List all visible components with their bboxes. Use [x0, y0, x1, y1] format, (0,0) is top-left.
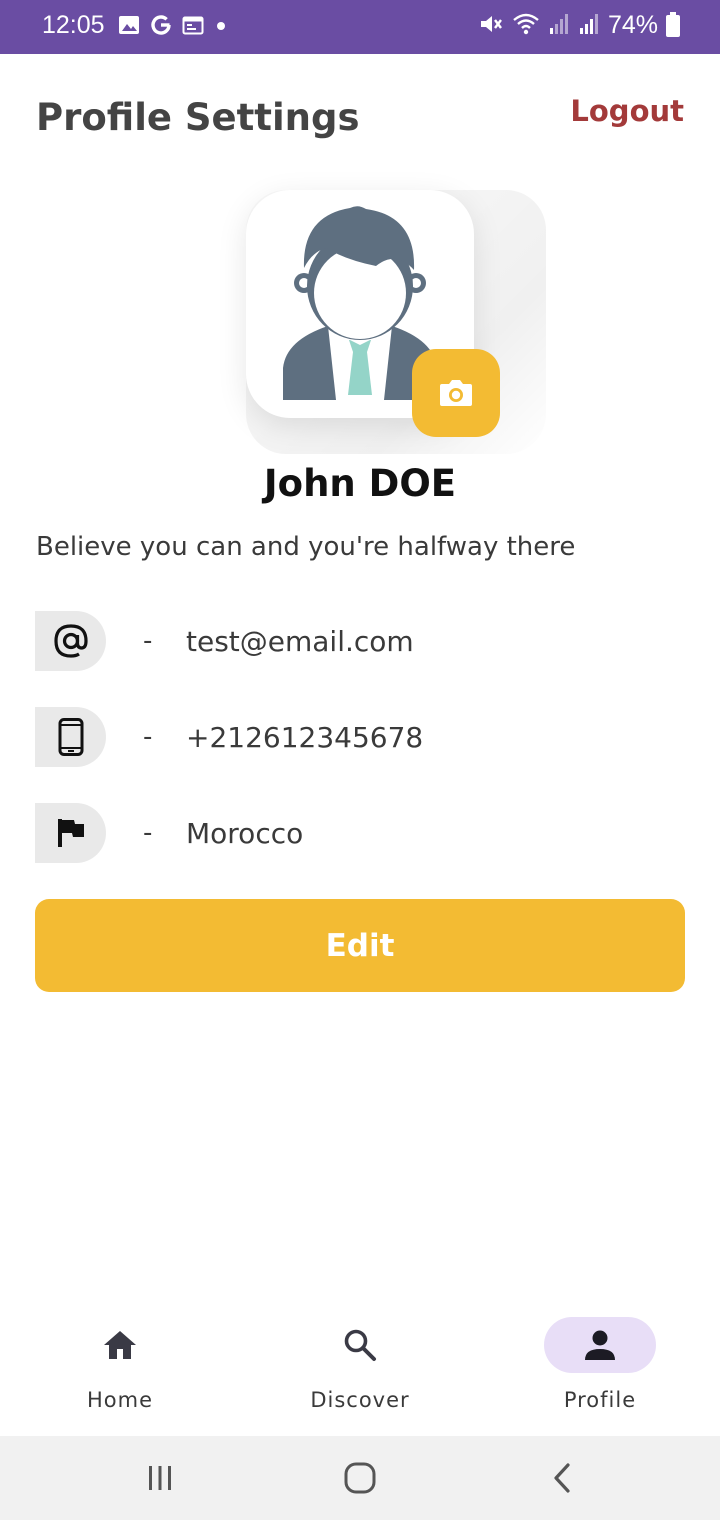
nav-pill-active — [544, 1317, 656, 1373]
person-icon — [585, 1330, 615, 1360]
system-nav-bar — [0, 1436, 720, 1520]
back-button[interactable] — [532, 1456, 592, 1500]
battery-icon — [666, 11, 680, 37]
dot-icon — [214, 18, 228, 37]
user-name: John DOE — [263, 462, 457, 505]
at-sign-icon — [53, 624, 88, 658]
info-row-email: - test@email.com — [35, 611, 685, 671]
nav-discover[interactable]: Discover — [240, 1300, 480, 1436]
calendar-icon — [182, 15, 204, 39]
battery-percent: 74% — [607, 11, 658, 39]
recents-icon — [149, 1466, 171, 1490]
email-value: test@email.com — [186, 624, 414, 658]
nav-pill — [64, 1317, 176, 1373]
nav-profile[interactable]: Profile — [480, 1300, 720, 1436]
mute-icon — [478, 12, 504, 40]
logout-button[interactable]: Logout — [570, 94, 684, 128]
nav-home[interactable]: Home — [0, 1300, 240, 1436]
nav-label: Discover — [310, 1388, 410, 1412]
info-row-phone: - +212612345678 — [35, 707, 685, 767]
system-home-button[interactable] — [330, 1456, 390, 1500]
nav-label: Home — [86, 1388, 153, 1412]
info-separator: - — [143, 626, 153, 656]
nav-label: Profile — [563, 1388, 637, 1412]
page-title: Profile Settings — [36, 96, 360, 139]
info-row-country: - Morocco — [35, 803, 685, 863]
user-bio: Believe you can and you're halfway there — [36, 532, 576, 562]
signal-icon — [578, 12, 600, 40]
phone-value: +212612345678 — [186, 720, 424, 754]
phone-icon — [58, 718, 83, 756]
info-icon-box — [35, 803, 106, 863]
edit-button[interactable]: Edit — [35, 899, 685, 992]
search-icon — [344, 1329, 376, 1361]
camera-icon — [440, 380, 472, 406]
google-icon — [150, 14, 172, 40]
flag-icon — [57, 819, 84, 847]
signal-icon — [548, 12, 570, 40]
gallery-icon — [118, 15, 140, 39]
status-left-icons — [118, 14, 228, 40]
home-icon — [104, 1331, 136, 1359]
info-icon-box — [35, 707, 106, 767]
info-separator: - — [143, 722, 153, 752]
bottom-nav: Home Discover Profile — [0, 1300, 720, 1436]
info-separator: - — [143, 818, 153, 848]
status-time: 12:05 — [42, 11, 105, 39]
change-photo-button[interactable] — [412, 349, 500, 437]
info-icon-box — [35, 611, 106, 671]
status-right-icons: 74% — [478, 11, 680, 40]
back-icon — [554, 1463, 570, 1493]
wifi-icon — [512, 12, 540, 40]
country-value: Morocco — [186, 816, 304, 850]
nav-pill — [304, 1317, 416, 1373]
home-circle-icon — [344, 1462, 376, 1494]
status-bar: 12:05 74% — [0, 0, 720, 54]
recents-button[interactable] — [130, 1456, 190, 1500]
